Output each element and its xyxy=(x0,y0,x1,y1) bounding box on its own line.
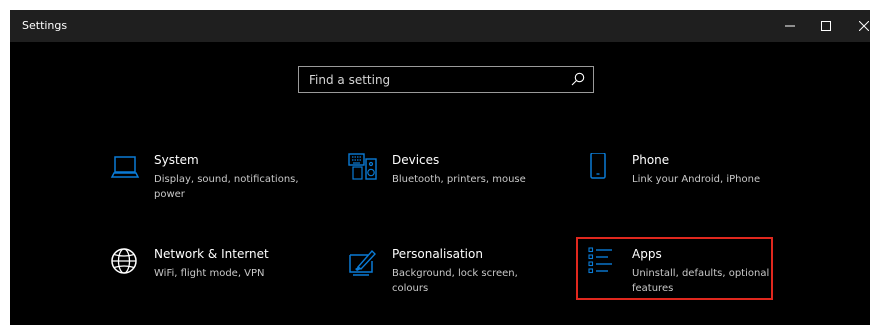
tile-personalisation-title: Personalisation xyxy=(392,247,483,261)
tile-devices-description: Bluetooth, printers, mouse xyxy=(392,174,526,185)
maximize-icon xyxy=(821,21,831,31)
apps-highlight-box xyxy=(576,237,773,300)
tile-devices[interactable]: Devices Bluetooth, printers, mouse xyxy=(348,153,544,209)
tile-devices-title: Devices xyxy=(392,153,440,167)
globe-icon xyxy=(111,248,137,274)
phone-icon xyxy=(590,153,606,179)
paintbrush-icon xyxy=(349,249,376,276)
search-box[interactable] xyxy=(298,66,594,93)
close-button[interactable] xyxy=(846,10,870,42)
tile-phone[interactable]: Phone Link your Android, iPhone xyxy=(588,153,784,209)
laptop-icon xyxy=(110,156,140,178)
tile-network-internet[interactable]: Network & Internet WiFi, flight mode, VP… xyxy=(110,247,306,303)
minimize-button[interactable] xyxy=(772,10,808,42)
search-input[interactable] xyxy=(299,67,559,92)
close-icon xyxy=(859,21,869,31)
minimize-icon xyxy=(785,25,795,27)
tile-personalisation[interactable]: Personalisation Background, lock screen,… xyxy=(348,247,544,303)
tile-system-description: Display, sound, notifications, power xyxy=(154,174,299,200)
window-title: Settings xyxy=(22,19,68,32)
tile-phone-title: Phone xyxy=(632,153,670,167)
tile-network-title: Network & Internet xyxy=(154,247,269,261)
search-icon[interactable] xyxy=(571,72,585,86)
tile-system[interactable]: System Display, sound, notifications, po… xyxy=(110,153,306,209)
maximize-button[interactable] xyxy=(808,10,844,42)
tile-system-title: System xyxy=(154,153,199,167)
tile-personalisation-description: Background, lock screen, colours xyxy=(392,268,518,294)
settings-window: Settings System xyxy=(10,10,870,325)
tile-phone-description: Link your Android, iPhone xyxy=(632,174,761,185)
tile-network-description: WiFi, flight mode, VPN xyxy=(154,268,265,279)
title-bar[interactable]: Settings xyxy=(10,10,870,42)
keyboard-speaker-icon xyxy=(348,153,377,180)
